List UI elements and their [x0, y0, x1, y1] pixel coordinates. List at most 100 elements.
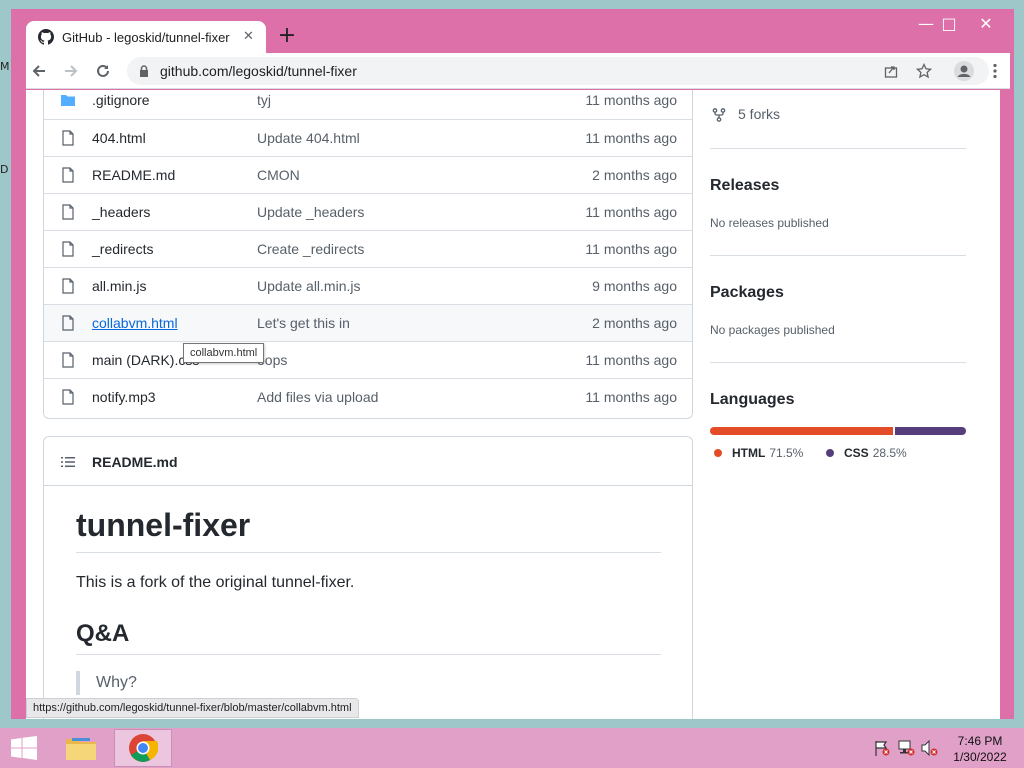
- file-name-link[interactable]: notify.mp3: [92, 389, 156, 405]
- sidebar-divider: [710, 362, 966, 363]
- file-row[interactable]: collabvm.html Let's get this in 2 months a…: [44, 304, 692, 341]
- commit-age: 11 months ago: [585, 352, 677, 368]
- reload-button[interactable]: [90, 59, 116, 83]
- commit-age: 11 months ago: [585, 130, 677, 146]
- file-row[interactable]: 404.html Update 404.html 11 months ago: [44, 119, 692, 156]
- browser-tab[interactable]: GitHub - legoskid/tunnel-fixer ✕: [26, 21, 266, 53]
- readme-blockquote: Why?: [76, 671, 137, 695]
- forward-button[interactable]: [58, 59, 84, 83]
- commit-age: 11 months ago: [585, 389, 677, 405]
- file-explorer-taskbar-button[interactable]: [52, 729, 110, 767]
- chrome-taskbar-button[interactable]: [114, 729, 172, 767]
- action-center-flag-icon[interactable]: [873, 740, 891, 756]
- browser-window: — □ ✕ GitHub - legoskid/tunnel-fixer ✕ +…: [11, 9, 1014, 719]
- file-icon: [62, 130, 74, 146]
- commit-message-link[interactable]: tyj: [257, 92, 271, 108]
- repo-sidebar: 5 forks Releases No releases published P…: [710, 90, 966, 719]
- language-item[interactable]: HTML 71.5%: [714, 446, 803, 460]
- clock-time: 7:46 PM: [957, 734, 1003, 748]
- desktop-icon-label-d: D: [0, 163, 9, 176]
- commit-age: 11 months ago: [585, 92, 677, 108]
- file-icon: [62, 315, 74, 331]
- file-icon: [62, 241, 74, 257]
- file-list: .gitignore tyj 11 months ago 404.html Update…: [43, 90, 693, 419]
- readme-title: tunnel-fixer: [76, 507, 661, 553]
- commit-message-link[interactable]: Update _headers: [257, 204, 364, 220]
- file-row[interactable]: _redirects Create _redirects 11 months ago: [44, 230, 692, 267]
- bookmark-star-icon[interactable]: [916, 63, 932, 79]
- commit-message-link[interactable]: Let's get this in: [257, 315, 350, 331]
- browser-menu-button[interactable]: [982, 59, 1008, 83]
- readme-intro: This is a fork of the original tunnel-fi…: [76, 574, 355, 591]
- language-color-dot: [714, 449, 722, 457]
- windows-logo-icon: [11, 736, 37, 760]
- taskbar-clock[interactable]: 7:46 PM 1/30/2022: [944, 733, 1016, 765]
- file-name-link[interactable]: 404.html: [92, 130, 146, 146]
- readme-filename[interactable]: README.md: [92, 454, 178, 470]
- file-name-link[interactable]: collabvm.html: [92, 315, 178, 331]
- address-bar[interactable]: github.com/legoskid/tunnel-fixer: [127, 57, 989, 85]
- forward-arrow-icon: [65, 65, 78, 77]
- language-item[interactable]: CSS 28.5%: [826, 446, 907, 460]
- profile-avatar-icon[interactable]: [954, 61, 974, 81]
- language-bar-segment: [893, 427, 966, 435]
- language-color-dot: [826, 449, 834, 457]
- readme-header: README.md: [44, 437, 692, 486]
- tab-title: GitHub - legoskid/tunnel-fixer: [62, 30, 230, 45]
- kebab-menu-icon: [993, 63, 997, 79]
- commit-message-link[interactable]: Update all.min.js: [257, 278, 361, 294]
- languages-bar: [710, 427, 966, 435]
- github-logo-icon: [38, 29, 54, 45]
- reload-icon: [97, 64, 109, 77]
- file-row[interactable]: .gitignore tyj 11 months ago: [44, 90, 692, 119]
- file-name-link[interactable]: all.min.js: [92, 278, 146, 294]
- fork-icon: [712, 108, 726, 122]
- maximize-button[interactable]: □: [936, 13, 962, 35]
- file-icon: [62, 278, 74, 294]
- list-unordered-icon[interactable]: [61, 456, 75, 468]
- file-row[interactable]: _headers Update _headers 11 months ago: [44, 193, 692, 230]
- file-name-link[interactable]: README.md: [92, 167, 175, 183]
- file-row[interactable]: README.md CMON 2 months ago: [44, 156, 692, 193]
- forks-count-link[interactable]: 5 forks: [738, 106, 780, 122]
- desktop-icon-label-m: M: [0, 60, 10, 73]
- language-bar-segment: [710, 427, 894, 435]
- folder-icon: [61, 95, 75, 106]
- file-icon: [62, 352, 74, 368]
- releases-empty-text: No releases published: [710, 216, 829, 230]
- commit-age: 11 months ago: [585, 241, 677, 257]
- start-button[interactable]: [0, 729, 48, 767]
- file-icon: [62, 204, 74, 220]
- volume-muted-icon[interactable]: [921, 740, 939, 756]
- file-row[interactable]: notify.mp3 Add files via upload 11 months …: [44, 378, 692, 415]
- file-row[interactable]: main (DARK).css oops 11 months ago: [44, 341, 692, 378]
- commit-age: 2 months ago: [592, 167, 677, 183]
- commit-message-link[interactable]: Add files via upload: [257, 389, 378, 405]
- file-icon: [62, 167, 74, 183]
- taskbar: 7:46 PM 1/30/2022: [0, 728, 1024, 768]
- language-name: HTML: [732, 446, 766, 460]
- file-name-link[interactable]: _redirects: [92, 241, 153, 257]
- commit-message-link[interactable]: Create _redirects: [257, 241, 364, 257]
- browser-toolbar: github.com/legoskid/tunnel-fixer: [26, 53, 1010, 89]
- packages-heading[interactable]: Packages: [710, 284, 784, 302]
- file-row[interactable]: all.min.js Update all.min.js 9 months ago: [44, 267, 692, 304]
- file-name-link[interactable]: .gitignore: [92, 92, 150, 108]
- commit-message-link[interactable]: CMON: [257, 167, 300, 183]
- window-close-button[interactable]: ✕: [973, 13, 999, 35]
- releases-heading[interactable]: Releases: [710, 177, 779, 195]
- tab-close-icon[interactable]: ✕: [243, 29, 254, 44]
- page-content: .gitignore tyj 11 months ago 404.html Update…: [26, 90, 1000, 719]
- languages-heading: Languages: [710, 391, 795, 408]
- commit-message-link[interactable]: Update 404.html: [257, 130, 360, 146]
- share-icon[interactable]: [884, 64, 898, 78]
- network-icon[interactable]: [898, 740, 916, 756]
- commit-age: 11 months ago: [585, 204, 677, 220]
- sidebar-divider: [710, 148, 966, 149]
- link-status-bar: https://github.com/legoskid/tunnel-fixer…: [26, 698, 359, 718]
- file-name-link[interactable]: _headers: [92, 204, 150, 220]
- back-button[interactable]: [26, 59, 52, 83]
- link-tooltip: collabvm.html: [183, 343, 265, 363]
- new-tab-button[interactable]: +: [273, 22, 301, 50]
- readme-qa-heading: Q&A: [76, 620, 661, 655]
